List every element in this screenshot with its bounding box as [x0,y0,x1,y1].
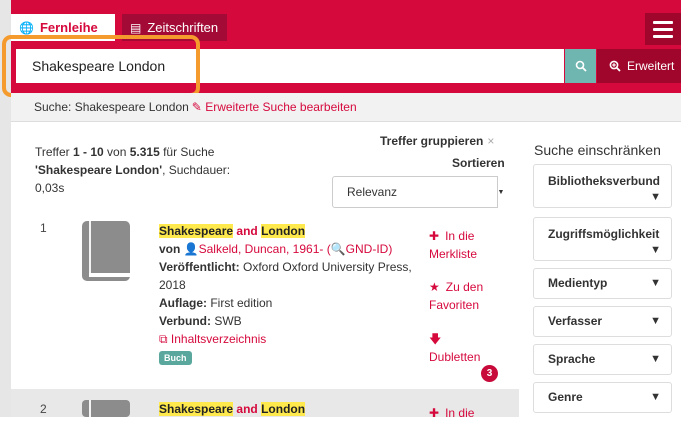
result-number: 2 [40,402,47,416]
network-value: SWB [211,314,242,328]
result-summary: Treffer 1 - 10 von 5.315 für Suche 'Shak… [35,143,275,197]
plus-icon: ✚ [429,229,440,243]
result-title[interactable]: Shakespeare and London [159,222,419,240]
title-highlight: Shakespeare [159,224,234,238]
plus-icon: ✚ [429,406,440,420]
watchlist-label: In die [445,406,475,420]
chevron-down-icon: ▼ [650,391,661,403]
search-icon: 🔍 [330,242,346,256]
by-label: von [159,242,184,256]
chevron-down-icon: ▼ [650,277,661,289]
summary-text: Treffer [35,145,74,159]
facet-label: Zugriffsmöglichkeit [548,227,660,241]
title-text: and [233,224,262,238]
sort-label: Sortieren [452,156,505,170]
tab-zeitschriften-label: Zeitschriften [147,20,219,35]
close-icon: × [487,134,495,148]
title-highlight: London [261,402,306,416]
star-icon: ★ [429,280,440,294]
edition-value: First edition [207,296,273,310]
tab-fernleihe-label: Fernleihe [39,20,98,35]
chevron-down-icon: ▼ [650,244,661,256]
result-title[interactable]: Shakespeare and London [159,401,306,417]
edition-label: Auflage: [159,296,207,310]
gnd-link[interactable]: GND-ID [346,242,389,256]
hamburger-line [653,34,673,38]
edit-icon: ✎ [191,100,202,114]
summary-range: 1 - 10 [73,145,104,159]
paren: ) [388,242,393,256]
summary-total: 5.315 [129,145,160,159]
duplicates-label: Dubletten [429,350,481,364]
user-icon: 👤 [183,242,199,256]
result-number: 1 [40,221,47,235]
edit-search-label: Erweiterte Suche bearbeiten [205,100,357,114]
summary-time: 0,03s [35,181,65,195]
facet-label: Bibliotheksverbund [548,174,661,188]
arrow-down-icon: 🡇 [429,332,442,346]
facet-label: Sprache [548,352,596,366]
hamburger-line [653,27,673,31]
sidebar-title: Suche einschränken [534,142,661,158]
zoom-in-icon [609,60,621,72]
duplicates-button[interactable]: 🡇 Dubletten [429,330,501,366]
query-prefix: Suche: Shakespeare London [34,100,189,114]
facet-sprache[interactable]: Sprache ▼ [533,344,672,375]
add-to-watchlist-button[interactable]: ✚ In die [429,404,501,422]
facet-label: Genre [548,390,583,404]
book-icon[interactable] [80,221,132,281]
summary-text: von [103,145,130,159]
published-label: Veröffentlicht: [159,260,240,274]
toc-link[interactable]: Inhaltsverzeichnis [171,332,266,346]
group-label: Treffer gruppieren [380,134,484,148]
external-link-icon: ⧉ [159,332,168,346]
sort-select[interactable]: Relevanz ▼ [332,176,504,208]
hamburger-icon [653,20,673,24]
facet-label: Medientyp [548,276,608,290]
duplicates-count-badge: 3 [481,365,498,382]
summary-text: , Suchdauer: [162,163,231,177]
add-to-watchlist-button[interactable]: ✚ In die Merkliste [429,227,501,263]
chevron-down-icon: ▼ [650,315,661,327]
author-link[interactable]: Salkeld, Duncan, 1961- [199,242,324,256]
result-item-1: Shakespeare and London von 👤Salkeld, Dun… [159,222,419,366]
group-results-toggle[interactable]: Treffer gruppieren × [380,134,494,148]
advanced-search-button[interactable]: Erweitert [597,49,681,83]
title-highlight: London [261,224,306,238]
summary-query: 'Shakespeare London' [35,163,163,177]
facet-label: Verfasser [548,314,603,328]
facet-genre[interactable]: Genre ▼ [533,382,672,413]
title-text: and [233,402,262,416]
paren: ( [323,242,331,256]
summary-text: für Suche [159,145,215,159]
chevron-down-icon: ▼ [650,191,661,203]
chevron-down-icon: ▼ [650,353,661,365]
chevron-down-icon: ▼ [497,176,504,208]
book-icon[interactable] [80,400,132,417]
add-to-favorites-button[interactable]: ★ Zu den Favoriten [429,278,501,314]
menu-button[interactable] [645,13,681,45]
search-button[interactable] [565,49,596,83]
edit-search-link[interactable]: ✎ Erweiterte Suche bearbeiten [192,100,357,114]
advanced-search-label: Erweitert [627,59,675,73]
title-highlight: Shakespeare [159,402,234,416]
facet-verfasser[interactable]: Verfasser ▼ [533,306,672,337]
sort-value: Relevanz [347,185,398,199]
search-highlight-annotation [2,35,200,97]
facet-zugriffsmoeglichkeit[interactable]: Zugriffsmöglichkeit ▼ [533,217,672,261]
network-label: Verbund: [159,314,212,328]
search-icon [575,60,587,72]
facet-medientyp[interactable]: Medientyp ▼ [533,268,672,299]
query-bar: Suche: Shakespeare London ✎ Erweiterte S… [11,93,681,122]
newspaper-icon: ▤ [130,20,142,35]
facet-bibliotheksverbund[interactable]: Bibliotheksverbund ▼ [533,164,672,208]
format-badge: Buch [159,351,192,365]
globe-icon: 🌐 [19,20,34,35]
